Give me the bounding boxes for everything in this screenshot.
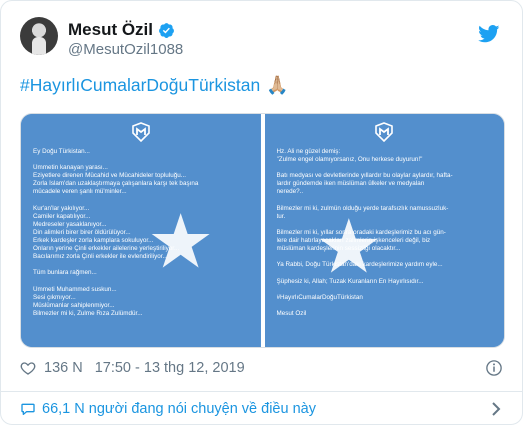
author-name-row[interactable]: Mesut Özil: [68, 20, 175, 40]
divider: [1, 391, 522, 392]
avatar[interactable]: [20, 17, 58, 55]
right-panel-text: Hz. Ali ne güzel demiş: "Zulme engel ola…: [276, 148, 453, 317]
conversation-count[interactable]: 66,1 N người đang nói chuyện về điều này: [42, 401, 316, 417]
tweet-card[interactable]: Mesut Özil @MesutOzil1088 #HayırlıCumala…: [0, 0, 523, 425]
conversation-link[interactable]: 66,1 N người đang nói chuyện về điều này: [20, 399, 503, 419]
media-image-left[interactable]: Ey Doğu Türkistan... Ümmetin kanayan yar…: [21, 114, 261, 347]
twitter-bird-icon[interactable]: [478, 25, 500, 43]
hashtag-link[interactable]: #HayırlıCumalarDoğuTürkistan: [20, 75, 260, 96]
chevron-right-icon[interactable]: [489, 401, 503, 417]
speech-bubble-icon: [21, 403, 35, 415]
display-name[interactable]: Mesut Özil: [68, 20, 153, 40]
tweet-text: #HayırlıCumalarDoğuTürkistan 🙏🏼: [20, 75, 289, 96]
tweet-header: Mesut Özil @MesutOzil1088: [20, 17, 506, 65]
verified-badge-icon: [159, 22, 174, 38]
timestamp[interactable]: 17:50 - 13 thg 12, 2019: [95, 360, 245, 376]
m-logo-icon: [375, 122, 394, 142]
tweet-meta: 136 N 17:50 - 13 thg 12, 2019: [20, 357, 245, 379]
info-icon[interactable]: [485, 359, 503, 377]
praying-hands-emoji: 🙏🏼: [266, 75, 289, 95]
handle[interactable]: @MesutOzil1088: [68, 41, 183, 58]
left-panel-text: Ey Doğu Türkistan... Ümmetin kanayan yar…: [33, 148, 199, 317]
media-image-right[interactable]: Hz. Ali ne güzel demiş: "Zulme engel ola…: [264, 114, 504, 347]
m-logo-icon: [131, 122, 150, 142]
tweet-media[interactable]: Ey Doğu Türkistan... Ümmetin kanayan yar…: [20, 113, 505, 348]
heart-icon[interactable]: [20, 360, 36, 376]
like-count[interactable]: 136 N: [44, 360, 83, 376]
